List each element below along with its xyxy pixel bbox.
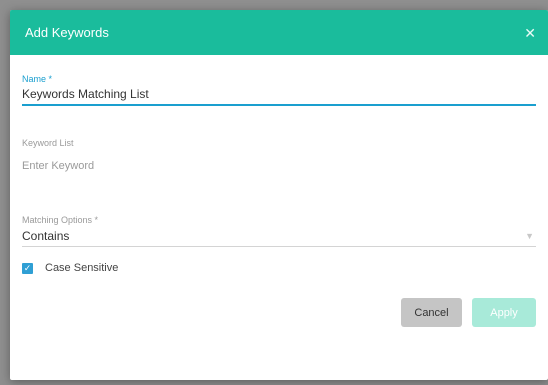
chevron-down-icon: ▼: [525, 231, 534, 241]
case-sensitive-label: Case Sensitive: [45, 262, 119, 274]
name-input[interactable]: Keywords Matching List: [22, 87, 536, 106]
name-field-group: Name * Keywords Matching List: [22, 74, 536, 110]
keyword-list-field-group: Keyword List Enter Keyword: [22, 138, 536, 188]
apply-button[interactable]: Apply: [472, 298, 536, 327]
dialog-title: Add Keywords: [25, 25, 109, 40]
checkmark-icon: ✓: [23, 262, 32, 273]
matching-options-field-group: Matching Options * Contains ▼: [22, 215, 536, 251]
name-field-label: Name *: [22, 74, 53, 84]
keyword-list-label: Keyword List: [22, 138, 74, 148]
close-icon[interactable]: ✕: [524, 26, 536, 40]
matching-options-select[interactable]: Contains ▼: [22, 229, 536, 247]
dialog-header: Add Keywords ✕: [10, 10, 548, 55]
matching-options-label: Matching Options *: [22, 215, 99, 225]
case-sensitive-checkbox[interactable]: ✓: [22, 262, 33, 274]
cancel-button[interactable]: Cancel: [401, 298, 462, 327]
keyword-list-input[interactable]: Enter Keyword: [22, 160, 536, 175]
case-sensitive-row[interactable]: ✓ Case Sensitive: [22, 262, 118, 274]
matching-options-value: Contains: [22, 229, 70, 243]
add-keywords-dialog: Add Keywords ✕ Name * Keywords Matching …: [10, 10, 548, 380]
